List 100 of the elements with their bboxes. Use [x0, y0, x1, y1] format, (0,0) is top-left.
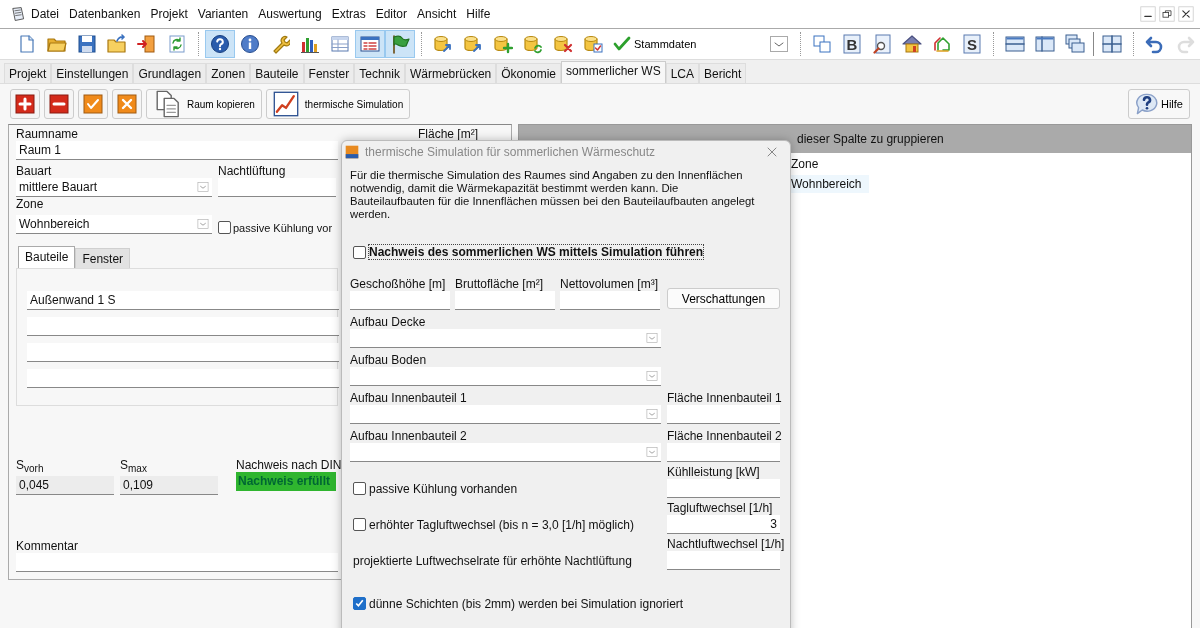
tab[interactable]: Bericht: [699, 63, 747, 83]
copy-room-button[interactable]: Raum kopieren: [146, 89, 262, 119]
input-field[interactable]: [560, 291, 660, 310]
tab[interactable]: Zonen: [206, 63, 251, 83]
tab[interactable]: Wärmebrücken: [404, 63, 497, 83]
table-cell[interactable]: Wohnbereich: [791, 175, 869, 193]
menu-item[interactable]: Hilfe: [461, 7, 496, 21]
input-field[interactable]: [667, 479, 780, 498]
input-field[interactable]: 3: [667, 515, 780, 534]
night-ventilation-field[interactable]: [218, 178, 336, 197]
intro-text: Für die thermische Simulation des Raumes sind Angaben zu den Innenflächen notwendig, damit die Wärmekapazität bestimmt werden kann. Die Bauteilaufbauten für die Innenflächen müssen bei den Bauteilaufbauten angelegt werden.: [350, 169, 756, 221]
comment-field[interactable]: [16, 553, 338, 573]
value-field: 0,045: [16, 476, 114, 496]
column-header[interactable]: Zone: [791, 157, 819, 171]
info-icon: [240, 34, 260, 54]
toolbar-button[interactable]: [385, 30, 415, 58]
field-label: Nachtluftwechsel [1/h]: [667, 537, 785, 551]
confirm-button[interactable]: [78, 89, 108, 119]
minimize-icon: [1140, 6, 1156, 22]
checkbox-label: dünne Schichten (bis 2mm) werden bei Simulation ignoriert: [369, 596, 684, 611]
component-field[interactable]: [27, 369, 339, 388]
toolbar-button[interactable]: [355, 30, 385, 58]
construction-dropdown[interactable]: [350, 443, 661, 462]
input-field[interactable]: [667, 551, 780, 570]
restore-icon: [1159, 6, 1175, 22]
construction-dropdown[interactable]: [350, 367, 661, 386]
cross-icon: [117, 94, 137, 114]
result-field: Nachweis erfüllt: [236, 472, 336, 491]
tab[interactable]: Fenster: [303, 63, 355, 83]
field-label: Bruttofläche [m²]: [455, 277, 544, 291]
menu-item[interactable]: Projekt: [145, 7, 193, 21]
field-label: Aufbau Innenbauteil 1: [350, 391, 467, 405]
refresh-icon: [167, 34, 187, 54]
help-icon: [1135, 92, 1159, 116]
field-label: S$_{vorh}$: [16, 458, 44, 477]
tab[interactable]: Technik: [354, 63, 405, 83]
undo-icon: [1145, 34, 1165, 54]
help-button[interactable]: Hilfe: [1128, 89, 1190, 119]
field-label: Aufbau Boden: [350, 353, 427, 367]
toolbar-button[interactable]: B: [837, 30, 867, 58]
menu-item[interactable]: Datei: [26, 7, 64, 21]
tab[interactable]: Bauteile: [18, 246, 76, 268]
checkbox[interactable]: [353, 245, 366, 259]
construction-dropdown[interactable]: [350, 405, 661, 424]
app-logo-icon: [10, 6, 26, 22]
menu-item[interactable]: Auswertung: [253, 7, 327, 21]
remove-button[interactable]: [44, 89, 74, 119]
letter-icon: S: [962, 34, 982, 54]
option-label: projektierte Luftwechselrate für erhöhte Nachtlüftung: [353, 553, 632, 568]
input-field[interactable]: [350, 291, 450, 310]
database-cross-icon: [553, 34, 573, 54]
letter-icon: B: [842, 34, 862, 54]
field-label: Nachweis nach DIN: [236, 458, 342, 472]
checkbox[interactable]: [218, 221, 231, 234]
toolbar-button[interactable]: Stammdaten: [608, 30, 701, 58]
tab[interactable]: LCA: [665, 63, 699, 83]
checkmark-icon: [83, 94, 103, 114]
document-icon: [17, 34, 37, 54]
plus-icon: [15, 94, 35, 114]
field-label: S$_{max}$: [120, 458, 147, 477]
add-button[interactable]: [10, 89, 40, 119]
menu-item[interactable]: Extras: [326, 7, 371, 21]
simulation-button[interactable]: thermische Simulation: [265, 89, 411, 119]
checkbox[interactable]: [353, 482, 366, 495]
checkbox[interactable]: [353, 597, 366, 610]
input-field[interactable]: [455, 291, 555, 310]
tab[interactable]: Projekt: [4, 63, 52, 83]
component-field[interactable]: Außenwand 1 S: [27, 291, 339, 310]
construction-dropdown[interactable]: [350, 329, 661, 348]
chevron-down-icon: [197, 181, 209, 193]
toolbar-button[interactable]: S: [957, 30, 987, 58]
menu-item[interactable]: Varianten: [192, 7, 254, 21]
field-label: Nettovolumen [m³]: [560, 277, 659, 291]
tab[interactable]: sommerlicher WS: [561, 61, 666, 83]
menu-item[interactable]: Datenbanken: [64, 7, 146, 21]
cancel-button[interactable]: [112, 89, 142, 119]
house-icon: [902, 34, 922, 54]
area-field[interactable]: [667, 443, 780, 462]
checkbox[interactable]: [353, 518, 366, 531]
construction-type-dropdown[interactable]: mittlere Bauart: [16, 178, 212, 197]
tab[interactable]: Grundlagen: [133, 63, 207, 83]
component-field[interactable]: [27, 343, 339, 362]
area-field[interactable]: [667, 405, 780, 424]
tab[interactable]: Ökonomie: [496, 63, 561, 83]
folder-arrow-icon: [107, 34, 127, 54]
menu-item[interactable]: Editor: [370, 7, 412, 21]
toolbar-button[interactable]: [205, 30, 235, 58]
tab[interactable]: Bauteile: [250, 63, 304, 83]
field-label: Kommentar: [16, 539, 79, 554]
component-field[interactable]: [27, 317, 339, 336]
zone-dropdown[interactable]: Wohnbereich: [16, 215, 212, 234]
shading-button[interactable]: Verschattungen: [667, 288, 780, 309]
tab[interactable]: Fenster: [75, 248, 131, 268]
room-name-field[interactable]: Raum 1: [16, 141, 338, 160]
checkbox-label: passive Kühlung vor: [233, 221, 333, 234]
tab[interactable]: Einstellungen: [51, 63, 134, 83]
menu-item[interactable]: Ansicht: [412, 7, 462, 21]
checkbox-label: erhöhter Tagluftwechsel (bis n = 3,0 [1/h] möglich): [369, 517, 634, 532]
close-icon: [1178, 6, 1194, 22]
field-label: Geschoßhöhe [m]: [350, 277, 446, 291]
